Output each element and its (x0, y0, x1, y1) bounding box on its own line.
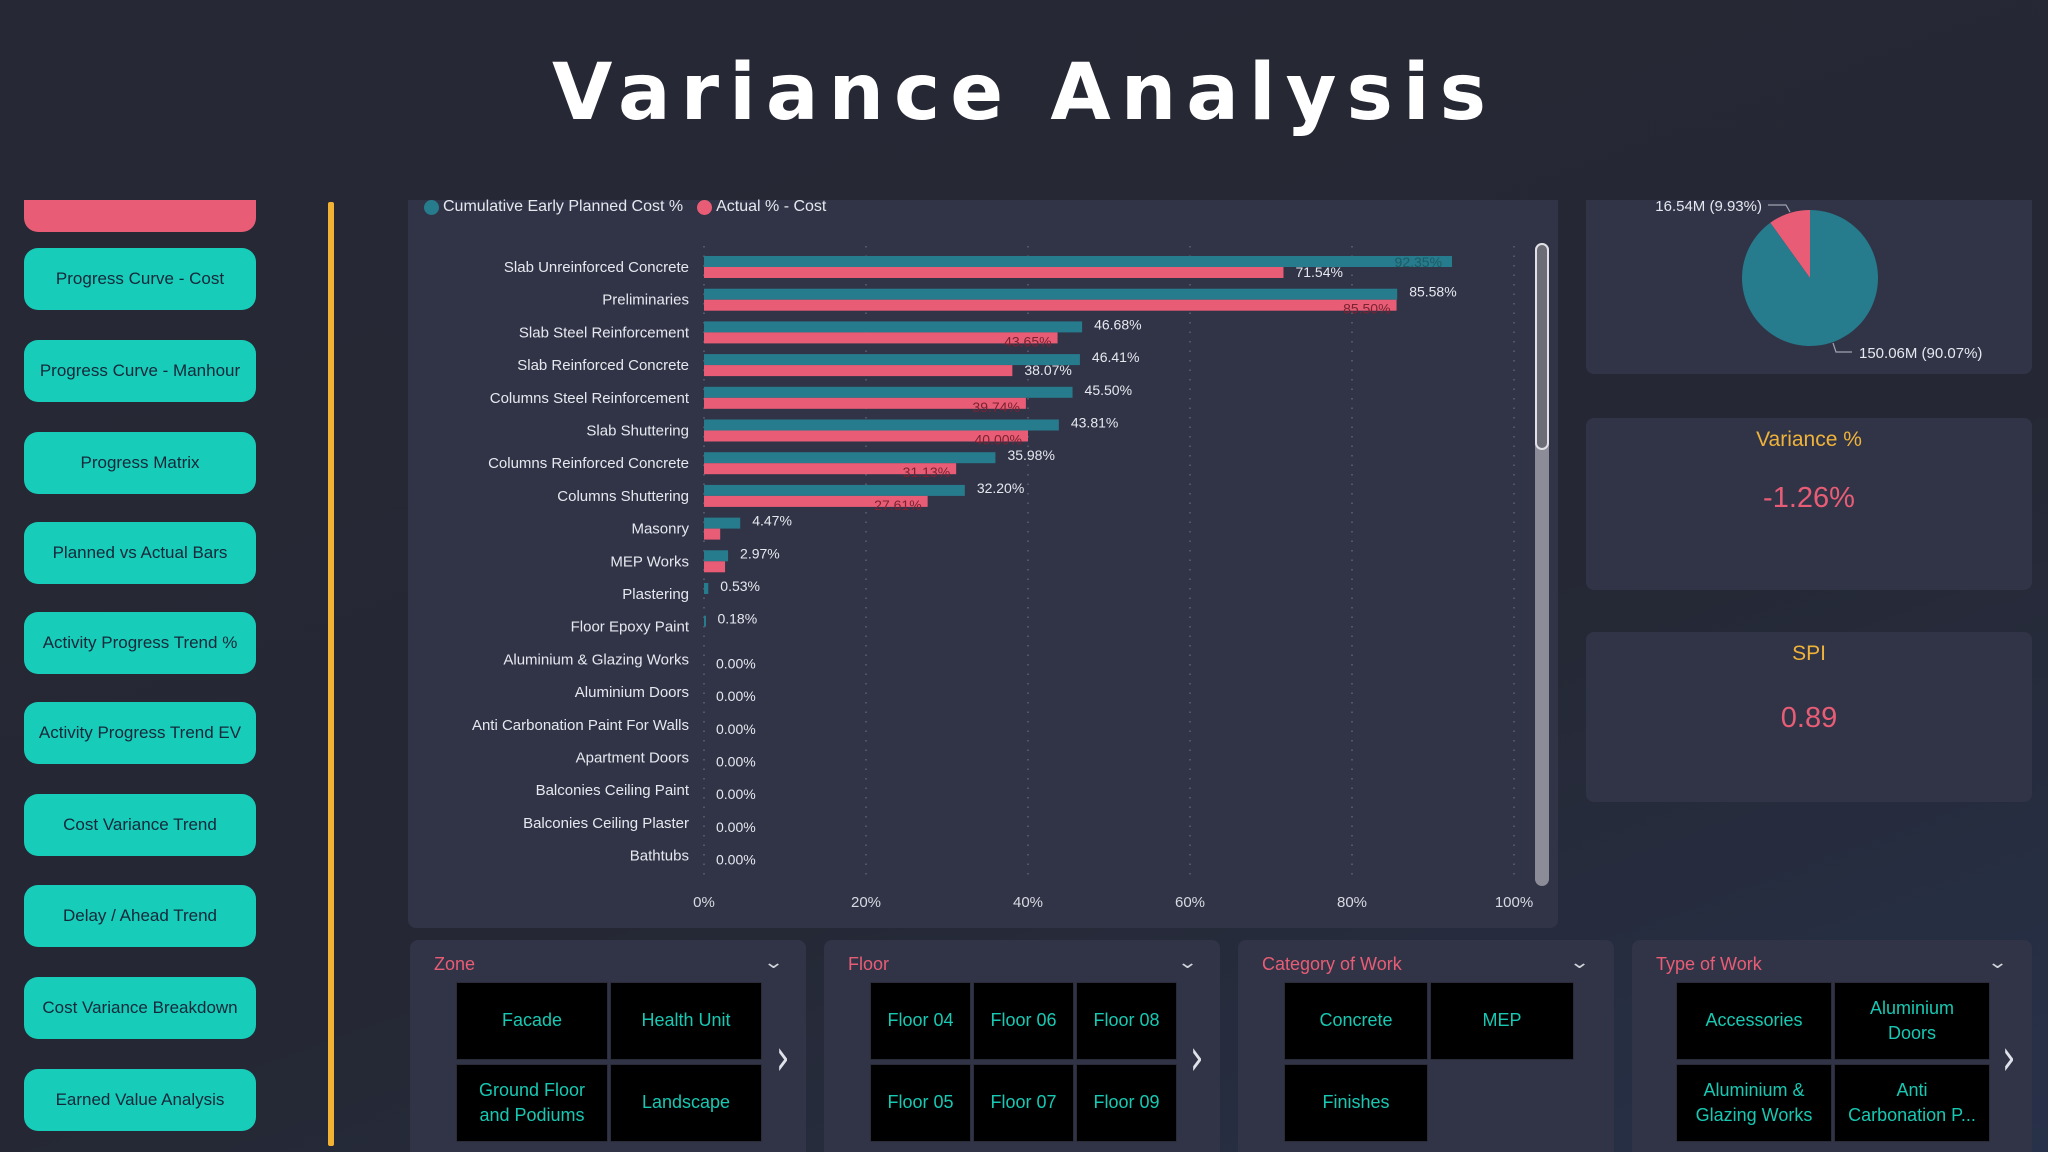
slicer-tile[interactable]: Floor 06 (973, 982, 1074, 1060)
slicer-zone: Zone ⌄ Facade Health Unit Ground Floor a… (410, 940, 806, 1152)
legend-item-planned[interactable]: Cumulative Early Planned Cost % (424, 198, 683, 216)
kpi-card-spi: SPI 0.89 (1586, 632, 2032, 802)
legend-dot-actual-icon (697, 199, 713, 215)
slicer-tile[interactable]: MEP (1430, 982, 1574, 1060)
slicer-title: Zone (434, 954, 476, 974)
nav-button-activity-progress-trend-ev[interactable]: Activity Progress Trend EV (24, 702, 256, 764)
slicer-title: Floor (848, 954, 890, 974)
slicer-tile[interactable]: Accessories (1676, 982, 1832, 1060)
chevron-down-icon[interactable]: ⌄ (763, 952, 784, 973)
chevron-down-icon[interactable]: ⌄ (1569, 952, 1590, 973)
pie-chart-panel (1586, 200, 2032, 374)
kpi-title: SPI (1792, 642, 1826, 665)
chart-scrollbar-thumb[interactable] (1535, 243, 1549, 450)
legend-label-planned: Cumulative Early Planned Cost % (443, 198, 684, 215)
nav-button-delay-ahead-trend[interactable]: Delay / Ahead Trend (24, 885, 256, 947)
kpi-title: Variance % (1756, 428, 1862, 451)
chart-legend: Cumulative Early Planned Cost % Actual %… (424, 198, 834, 216)
slicer-type-of-work: Type of Work ⌄ Accessories Aluminium Doo… (1632, 940, 2032, 1152)
slicer-tile[interactable]: Facade (456, 982, 608, 1060)
chevron-right-icon[interactable]: › (776, 1028, 790, 1088)
chevron-down-icon[interactable]: ⌄ (1987, 952, 2008, 973)
kpi-value: -1.26% (1763, 482, 1855, 514)
legend-item-actual[interactable]: Actual % - Cost (697, 198, 826, 216)
kpi-card-variance: Variance % -1.26% (1586, 418, 2032, 590)
slicer-tile[interactable]: Aluminium & Glazing Works (1676, 1064, 1832, 1142)
chevron-right-icon[interactable]: › (2002, 1028, 2016, 1088)
slicer-tile[interactable]: Floor 08 (1076, 982, 1177, 1060)
bar-chart-panel (408, 200, 1558, 928)
chevron-right-icon[interactable]: › (1190, 1028, 1204, 1088)
slicer-title: Category of Work (1262, 954, 1402, 974)
legend-label-actual: Actual % - Cost (716, 198, 827, 215)
slicer-title: Type of Work (1656, 954, 1762, 974)
nav-button-activity-progress-trend-pct[interactable]: Activity Progress Trend % (24, 612, 256, 674)
chevron-down-icon[interactable]: ⌄ (1177, 952, 1198, 973)
slicer-tile[interactable]: Anti Carbonation P... (1834, 1064, 1990, 1142)
slicer-tile[interactable]: Aluminium Doors (1834, 982, 1990, 1060)
slicer-tile[interactable]: Health Unit (610, 982, 762, 1060)
slicer-tile[interactable]: Floor 05 (870, 1064, 971, 1142)
slicer-floor: Floor ⌄ Floor 04 Floor 06 Floor 08 Floor… (824, 940, 1220, 1152)
nav-button-cost-variance-trend[interactable]: Cost Variance Trend (24, 794, 256, 856)
slicer-tile[interactable]: Floor 07 (973, 1064, 1074, 1142)
slicer-category-of-work: Category of Work ⌄ Concrete MEP Finishes (1238, 940, 1614, 1152)
slicer-tile[interactable]: Floor 09 (1076, 1064, 1177, 1142)
nav-button-active[interactable] (24, 200, 256, 232)
sidebar-nav: Progress Curve - Cost Progress Curve - M… (0, 200, 330, 1152)
slicer-tile[interactable]: Concrete (1284, 982, 1428, 1060)
nav-button-progress-matrix[interactable]: Progress Matrix (24, 432, 256, 494)
kpi-value: 0.89 (1780, 702, 1838, 734)
accent-divider (328, 202, 334, 1146)
legend-dot-planned-icon (424, 199, 439, 215)
nav-button-progress-curve-cost[interactable]: Progress Curve - Cost (24, 248, 256, 310)
nav-button-planned-vs-actual-bars[interactable]: Planned vs Actual Bars (24, 522, 256, 584)
nav-button-earned-value-analysis[interactable]: Earned Value Analysis (24, 1069, 256, 1131)
slicer-tile[interactable]: Ground Floor and Podiums (456, 1064, 608, 1142)
slicer-tile[interactable]: Finishes (1284, 1064, 1428, 1142)
slicer-tile[interactable]: Floor 04 (870, 982, 971, 1060)
slicer-tile[interactable]: Landscape (610, 1064, 762, 1142)
nav-button-progress-curve-manhour[interactable]: Progress Curve - Manhour (24, 340, 256, 402)
nav-button-cost-variance-breakdown[interactable]: Cost Variance Breakdown (24, 977, 256, 1039)
page-title: Variance Analysis (551, 48, 1497, 138)
